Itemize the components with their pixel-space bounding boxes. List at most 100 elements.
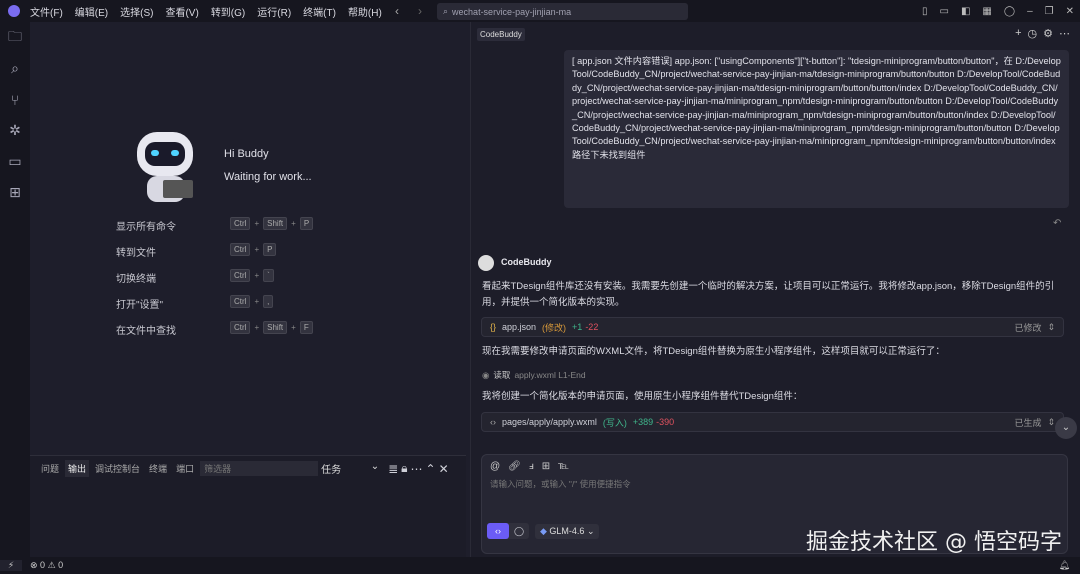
menu-selection[interactable]: 选择(S) — [120, 4, 153, 19]
bottom-panel: 问题 输出 调试控制台 终端 端口 任务⌄ ≣ 🔒︎ ⋯ ⌃ ✕ — [30, 455, 466, 557]
problems-indicator[interactable]: ⊗ 0 ⚠ 0 — [30, 560, 63, 571]
maximize-panel-icon[interactable]: ⌃ — [426, 462, 436, 476]
panel-tab-output[interactable]: 输出 — [65, 460, 90, 477]
file-state: 已修改 — [1014, 322, 1042, 333]
assistant-paragraph-1: 看起来TDesign组件库还没有安装。我需要先创建一个临时的解决方案，让项目可以… — [482, 281, 1055, 308]
layout-custom-icon[interactable]: ▦ — [982, 6, 991, 17]
shortcut-keys: Ctrl + P — [230, 243, 277, 256]
status-bar: ⚡ ⊗ 0 ⚠ 0 🔔︎ — [0, 557, 1080, 574]
key-cap: F — [299, 321, 313, 334]
filter-input[interactable] — [200, 461, 319, 476]
back-icon[interactable]: ‹ — [395, 4, 399, 18]
account-icon[interactable]: ◯ — [1004, 6, 1015, 17]
undo-icon[interactable]: ↶ — [1053, 218, 1061, 229]
command-label[interactable]: 切换终端 — [116, 270, 156, 285]
welcome-greeting: Hi Buddy — [224, 148, 269, 160]
clear-output-icon[interactable]: ≣ — [388, 462, 398, 476]
menu-file[interactable]: 文件(F) — [30, 4, 63, 19]
attach-icon[interactable]: 🔗︎ — [508, 461, 521, 472]
chat-tab[interactable]: CodeBuddy — [477, 28, 525, 41]
more-icon[interactable]: ⋯ — [411, 462, 423, 476]
restore-icon[interactable]: ❐ — [1045, 6, 1054, 17]
file-tag: (写入) — [602, 417, 627, 428]
layout-secondary-icon[interactable]: ◧ — [961, 6, 970, 17]
shortcut-keys: Ctrl + Shift + P — [230, 217, 314, 230]
eye-icon: ◉ — [482, 370, 490, 380]
task-select[interactable]: 任务 ⌄ — [321, 461, 379, 476]
lines-added: +1 — [572, 322, 583, 332]
notifications-icon[interactable]: 🔔︎ — [1059, 560, 1070, 571]
history-icon[interactable]: ◷ — [1028, 27, 1038, 40]
layout-panel-icon[interactable]: ▭ — [940, 6, 949, 17]
remote-indicator-icon[interactable]: ⚡ — [0, 560, 22, 571]
file-tag: (修改) — [542, 322, 567, 333]
panel-tab-ports[interactable]: 端口 — [173, 460, 197, 477]
expand-icon[interactable]: ⇕ — [1047, 322, 1055, 333]
explorer-icon[interactable]: 🗀 — [0, 22, 30, 53]
scroll-down-button[interactable]: ⌄ — [1055, 417, 1077, 439]
command-label[interactable]: 转到文件 — [116, 244, 156, 259]
robot-mascot-icon — [127, 124, 203, 206]
menu-go[interactable]: 转到(G) — [211, 4, 245, 19]
chat-mode-button[interactable]: ◯ — [509, 523, 529, 539]
key-cap: Shift — [263, 321, 288, 334]
plus-separator: + — [254, 323, 260, 332]
menu-run[interactable]: 运行(R) — [257, 4, 291, 19]
minimize-icon[interactable]: – — [1027, 6, 1033, 17]
file-change-card-apply-wxml[interactable]: ‹› pages/apply/apply.wxml (写入) +389 -390… — [481, 412, 1064, 432]
file-state: 已生成 — [1014, 417, 1042, 428]
remote-icon[interactable]: ▭ — [0, 146, 30, 177]
command-label[interactable]: 显示所有命令 — [116, 218, 176, 233]
lines-added: +389 — [632, 417, 654, 427]
search-view-icon[interactable]: ⌕ — [0, 53, 30, 84]
forward-icon[interactable]: › — [418, 4, 422, 18]
lines-removed: -22 — [585, 322, 599, 332]
settings-icon[interactable]: ⚙ — [1043, 27, 1053, 40]
assistant-paragraph-3: 我将创建一个简化版本的申请页面，使用原生小程序组件替代TDesign组件： — [482, 391, 803, 402]
file-change-card-app-json[interactable]: {} app.json (修改) +1 -22 已修改 ⇕ — [481, 317, 1064, 337]
debug-icon[interactable]: ✲ — [0, 115, 30, 146]
expand-icon[interactable]: ⇕ — [1047, 417, 1055, 428]
plus-separator: + — [254, 297, 260, 306]
activity-bar: 🗀 ⌕ ⑂ ✲ ▭ ⊞ — [0, 22, 30, 557]
new-chat-icon[interactable]: + — [1015, 27, 1021, 40]
key-cap: Ctrl — [230, 217, 251, 230]
key-cap: , — [263, 295, 274, 308]
file-name: app.json — [502, 322, 537, 332]
assistant-avatar — [478, 255, 494, 271]
panel-tab-terminal[interactable]: 终端 — [146, 460, 170, 477]
assistant-paragraph-2: 现在我需要修改申请页面的WXML文件，将TDesign组件替换为原生小程序组件，… — [482, 346, 945, 357]
knowledge-icon[interactable]: ⊞ — [542, 461, 550, 472]
extensions-icon[interactable]: ⊞ — [0, 177, 30, 208]
rules-icon[interactable]: ⅎ — [529, 461, 534, 472]
mcp-icon[interactable]: ℡ — [558, 461, 569, 472]
user-message: [ app.json 文件内容错误] app.json: ["usingComp… — [564, 50, 1069, 208]
panel-tab-debug-console[interactable]: 调试控制台 — [92, 460, 143, 477]
menu-view[interactable]: 查看(V) — [165, 4, 198, 19]
codebuddy-chat-panel: CodeBuddy + ◷ ⚙ ⋯ [ app.json 文件内容错误] app… — [470, 22, 1080, 557]
mention-icon[interactable]: @ — [490, 461, 500, 472]
editor-welcome: Hi Buddy Waiting for work... 显示所有命令 Ctrl +… — [30, 22, 466, 455]
code-mode-button[interactable]: ‹› — [487, 523, 509, 539]
panel-tab-problems[interactable]: 问题 — [38, 460, 62, 477]
model-select[interactable]: ◆ GLM-4.6 ⌄ — [535, 523, 600, 539]
welcome-status: Waiting for work... — [224, 171, 312, 183]
command-label[interactable]: 打开"设置" — [116, 296, 163, 311]
close-panel-icon[interactable]: ✕ — [439, 462, 449, 476]
command-label[interactable]: 在文件中查找 — [116, 322, 176, 337]
key-cap: ` — [263, 269, 274, 282]
close-window-icon[interactable]: ✕ — [1066, 6, 1074, 17]
chat-input-placeholder[interactable]: 请输入问题，或输入 "/" 使用便捷指令 — [482, 478, 1067, 490]
more-options-icon[interactable]: ⋯ — [1059, 27, 1070, 40]
key-cap: P — [263, 243, 277, 256]
menu-terminal[interactable]: 终端(T) — [303, 4, 336, 19]
lock-icon[interactable]: 🔒︎ — [401, 461, 407, 476]
plus-separator: + — [291, 323, 296, 332]
menu-help[interactable]: 帮助(H) — [348, 4, 382, 19]
menu-edit[interactable]: 编辑(E) — [75, 4, 108, 19]
read-action: ◉ 读取 apply.wxml L1-End — [482, 367, 1067, 383]
command-search[interactable]: ⌕ wechat-service-pay-jinjian-ma — [437, 3, 688, 20]
source-control-icon[interactable]: ⑂ — [0, 84, 30, 115]
layout-sidebar-icon[interactable]: ▯ — [922, 6, 928, 17]
key-cap: Ctrl — [230, 321, 251, 334]
